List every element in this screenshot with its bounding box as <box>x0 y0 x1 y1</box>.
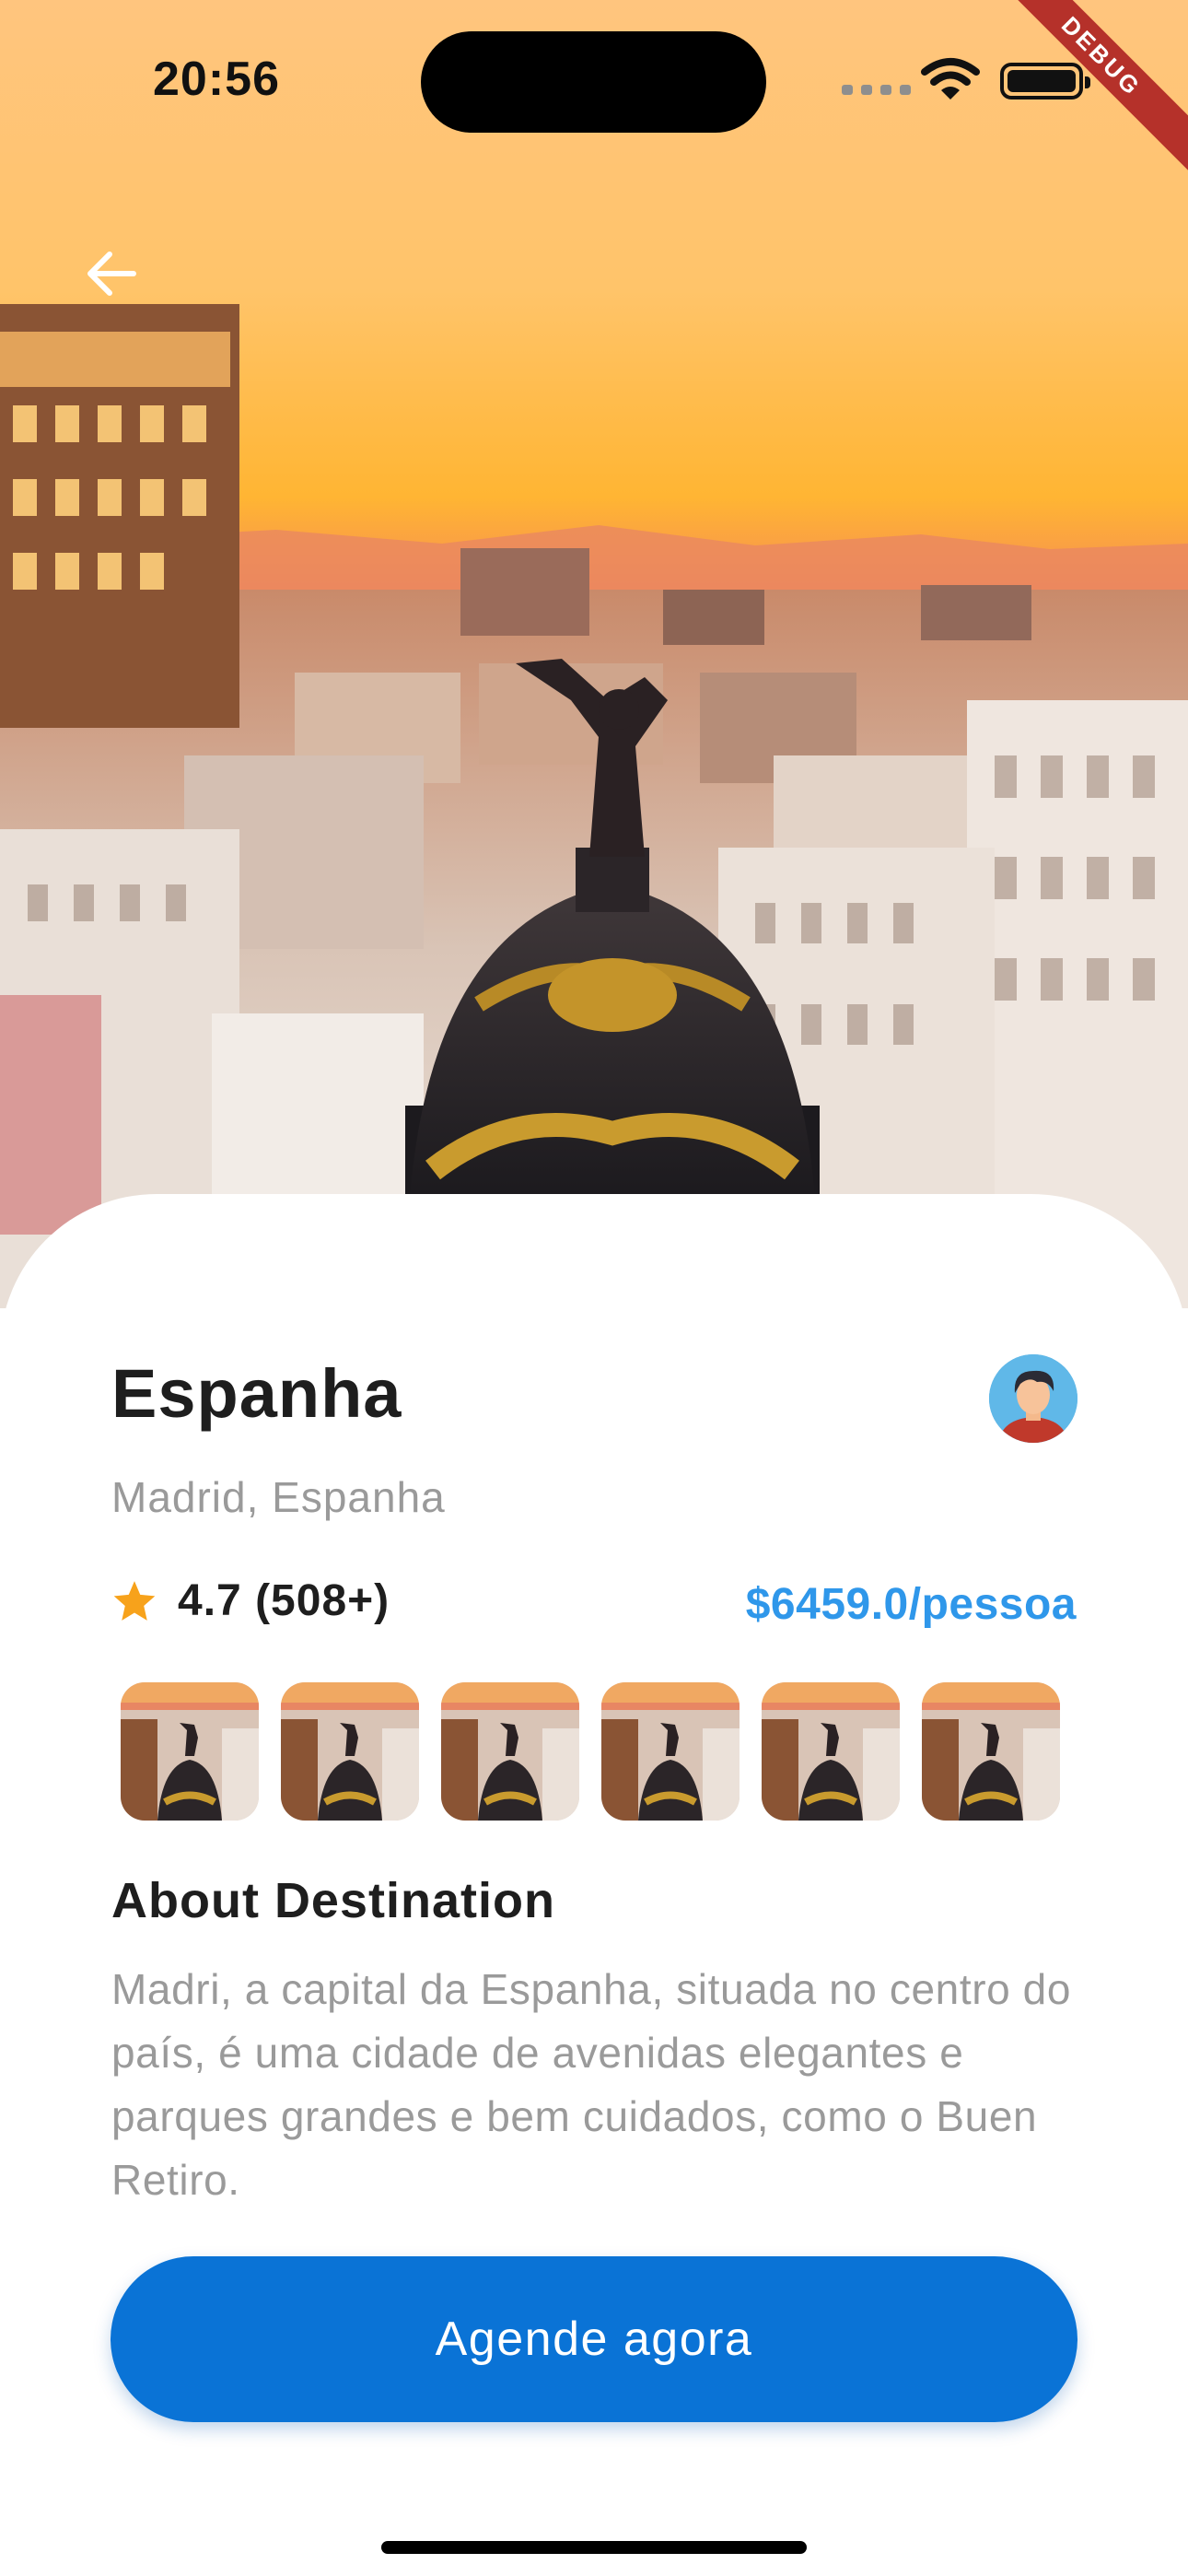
user-avatar-icon[interactable] <box>989 1354 1077 1443</box>
star-icon <box>113 1580 156 1621</box>
gallery-thumbnail[interactable] <box>922 1682 1060 1821</box>
gallery-thumbnail[interactable] <box>121 1682 259 1821</box>
arrow-left-icon <box>87 252 136 296</box>
about-text: Madri, a capital da Espanha, situada no … <box>111 1965 1072 2204</box>
home-indicator <box>381 2541 807 2554</box>
gallery-thumbnail[interactable] <box>762 1682 900 1821</box>
about-heading: About Destination <box>111 1873 555 1928</box>
wifi-icon <box>921 57 980 106</box>
gallery-thumbnail[interactable] <box>601 1682 740 1821</box>
destination-title: Espanha <box>111 1355 402 1432</box>
book-now-button[interactable]: Agende agora <box>111 2256 1077 2422</box>
rating: 4.7 (508+) <box>111 1575 390 1626</box>
gallery-thumbnail[interactable] <box>441 1682 579 1821</box>
hero-image <box>0 0 1188 1308</box>
price: $6459.0/pessoa <box>745 1580 1077 1629</box>
cellular-signal-icon <box>842 85 911 95</box>
back-button[interactable] <box>79 241 144 306</box>
gallery-thumbnail[interactable] <box>281 1682 419 1821</box>
status-time: 20:56 <box>153 53 280 106</box>
battery-icon <box>1000 63 1090 100</box>
photo-gallery <box>121 1682 1060 1821</box>
rating-text: 4.7 (508+) <box>178 1576 390 1625</box>
destination-location: Madrid, Espanha <box>111 1473 446 1521</box>
dynamic-island <box>421 31 766 133</box>
